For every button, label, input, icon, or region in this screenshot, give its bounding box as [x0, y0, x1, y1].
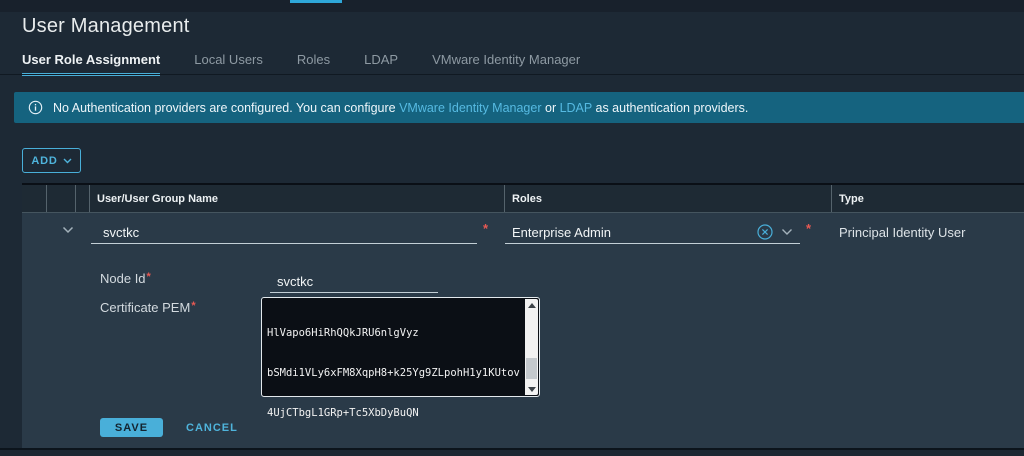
- row-type-value: Principal Identity User: [839, 225, 966, 240]
- user-management-screen: User Management User Role Assignment Loc…: [0, 0, 1024, 456]
- scrollbar-thumb[interactable]: [526, 358, 537, 379]
- banner-text-start: No Authentication providers are configur…: [53, 100, 400, 115]
- scroll-up-button[interactable]: [525, 299, 538, 311]
- column-header-type[interactable]: Type: [832, 185, 1024, 212]
- add-button[interactable]: ADD: [22, 148, 81, 173]
- banner-text-or: or: [541, 100, 560, 115]
- clear-selection-icon[interactable]: [757, 224, 773, 240]
- column-header-user-group-name[interactable]: User/User Group Name: [90, 185, 505, 212]
- top-accent-bar: [290, 0, 342, 3]
- tab-user-role-assignment[interactable]: User Role Assignment: [22, 52, 161, 76]
- required-asterisk: *: [806, 221, 812, 236]
- header-caret-column: [47, 185, 76, 212]
- certificate-pem-text: HlVapo6HiRhQQkJRU6nlgVyz bSMdi1VLy6xFM8X…: [267, 326, 520, 456]
- user-name-input[interactable]: svctkc: [91, 222, 477, 244]
- info-icon: [28, 100, 43, 115]
- chevron-down-icon: [63, 158, 72, 163]
- required-asterisk: *: [146, 271, 151, 283]
- required-asterisk: *: [483, 221, 489, 236]
- user-role-grid: User/User Group Name Roles Type svctkc *…: [22, 183, 1024, 456]
- header-expander-column: [22, 185, 47, 212]
- node-id-label: Node Id*: [100, 271, 151, 286]
- page-title: User Management: [22, 15, 190, 37]
- footer-strip: [0, 450, 1024, 456]
- scroll-down-button[interactable]: [525, 383, 538, 395]
- row-expand-caret-icon[interactable]: [58, 222, 78, 238]
- top-strip: [0, 0, 1024, 12]
- grid-header: User/User Group Name Roles Type: [22, 185, 1024, 213]
- add-button-label: ADD: [31, 154, 58, 167]
- certificate-pem-textarea[interactable]: HlVapo6HiRhQQkJRU6nlgVyz bSMdi1VLy6xFM8X…: [261, 297, 540, 456]
- tab-divider: [0, 74, 1024, 75]
- cancel-button[interactable]: CANCEL: [186, 418, 238, 437]
- tab-vmware-identity-manager[interactable]: VMware Identity Manager: [432, 52, 580, 76]
- link-vmware-identity-manager[interactable]: VMware Identity Manager: [399, 101, 541, 115]
- banner-text: No Authentication providers are configur…: [53, 101, 748, 115]
- header-spacer-column: [76, 185, 90, 212]
- tab-ldap[interactable]: LDAP: [364, 52, 398, 76]
- roles-combobox[interactable]: Enterprise Admin: [505, 222, 800, 244]
- textarea-scrollbar[interactable]: [525, 299, 538, 395]
- banner-text-end: as authentication providers.: [592, 100, 749, 115]
- chevron-down-icon[interactable]: [779, 226, 795, 238]
- info-banner: No Authentication providers are configur…: [14, 92, 1024, 123]
- tab-local-users[interactable]: Local Users: [194, 52, 263, 76]
- save-button[interactable]: SAVE: [100, 418, 163, 437]
- certificate-pem-label: Certificate PEM*: [100, 300, 196, 315]
- required-asterisk: *: [191, 300, 196, 312]
- node-id-input[interactable]: svctkc: [270, 271, 438, 293]
- link-ldap[interactable]: LDAP: [560, 101, 592, 115]
- column-header-roles[interactable]: Roles: [505, 185, 832, 212]
- tab-bar: User Role Assignment Local Users Roles L…: [22, 52, 580, 76]
- tab-roles[interactable]: Roles: [297, 52, 330, 76]
